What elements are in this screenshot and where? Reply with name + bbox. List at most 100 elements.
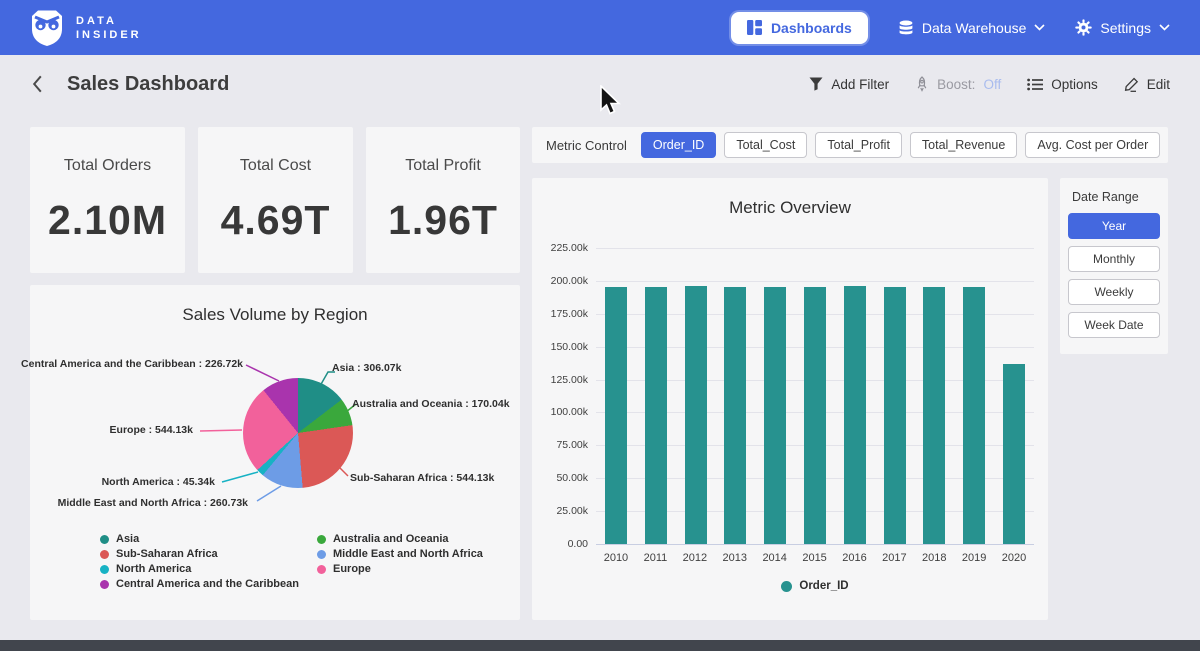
chevron-down-icon [1034,24,1045,31]
legend-dot [317,565,326,574]
options-button[interactable]: Options [1027,77,1098,92]
options-list-icon [1027,78,1043,91]
date-range-button-year[interactable]: Year [1068,213,1160,239]
x-tick-label: 2014 [762,552,786,564]
date-range-button-group: Year Monthly Weekly Week Date [1068,213,1160,338]
legend-label: North America [116,563,191,575]
legend-dot [317,550,326,559]
metric-button-group: Order_ID Total_Cost Total_Profit Total_Reve… [641,132,1160,158]
gridline [596,544,1034,545]
pie-label-north-america: North America : 45.34k [102,476,215,488]
bar-series [596,248,1034,544]
bar-2011[interactable] [645,287,667,544]
legend-label: Australia and Oceania [333,533,449,545]
x-tick-label: 2015 [802,552,826,564]
pie-legend-item-middle-east-and-north-africa[interactable]: Middle East and North Africa [317,548,483,560]
y-tick-label: 175.00k [551,308,588,320]
bar-2017[interactable] [884,287,906,544]
boost-toggle[interactable]: Boost: Off [915,76,1001,92]
sales-volume-card: Sales Volume by Region Asia : 306.07k Au… [30,285,520,620]
bar-2010[interactable] [605,287,627,544]
pie-legend-item-australia-and-oceania[interactable]: Australia and Oceania [317,533,483,545]
top-nav: DATA INSIDER Dashboards Data Warehou [0,0,1200,55]
kpi-label: Total Orders [64,157,151,175]
bar-2019[interactable] [963,287,985,544]
bar-2018[interactable] [923,287,945,544]
data-warehouse-menu[interactable]: Data Warehouse [898,20,1046,36]
brand[interactable]: DATA INSIDER [30,9,142,47]
options-label: Options [1051,77,1098,92]
bar-chart-legend[interactable]: Order_ID [596,580,1034,592]
add-filter-button[interactable]: Add Filter [809,77,889,92]
pie-label-central-america-and-the-caribbean: Central America and the Caribbean : 226.… [21,358,243,370]
pie-legend-item-europe[interactable]: Europe [317,563,483,575]
x-tick-label: 2017 [882,552,906,564]
y-tick-label: 100.00k [551,406,588,418]
chevron-left-icon [32,75,43,93]
add-filter-label: Add Filter [831,77,889,92]
metric-button-total-cost[interactable]: Total_Cost [724,132,807,158]
legend-label: Asia [116,533,139,545]
database-icon [898,20,914,36]
x-tick-label: 2012 [683,552,707,564]
x-tick-label: 2016 [842,552,866,564]
metric-control-label: Metric Control [546,138,627,153]
pie-legend-item-north-america[interactable]: North America [100,563,299,575]
date-range-button-weekly[interactable]: Weekly [1068,279,1160,305]
y-tick-label: 75.00k [556,439,588,451]
pie-legend-item-central-america-and-the-caribbean[interactable]: Central America and the Caribbean [100,578,299,590]
back-button[interactable] [30,73,45,95]
bar-2012[interactable] [685,286,707,544]
edit-button[interactable]: Edit [1124,77,1170,92]
nav-menu: Dashboards Data Warehouse [731,12,1170,44]
bar-2020[interactable] [1003,364,1025,544]
legend-label: Sub-Saharan Africa [116,548,218,560]
kpi-card-total-profit: Total Profit 1.96T [366,127,520,273]
y-tick-label: 50.00k [556,472,588,484]
settings-menu[interactable]: Settings [1075,19,1170,36]
filter-icon [809,77,823,91]
dashboards-label: Dashboards [771,20,852,36]
kpi-value: 1.96T [388,197,498,244]
pencil-icon [1124,77,1139,92]
footer-bar [0,640,1200,651]
metric-button-total-revenue[interactable]: Total_Revenue [910,132,1017,158]
settings-label: Settings [1100,20,1151,36]
brand-name: DATA INSIDER [76,14,142,42]
dashboards-icon [747,20,762,35]
metric-button-avg-cost-per-order[interactable]: Avg. Cost per Order [1025,132,1160,158]
x-axis-labels: 2010201120122013201420152016201720182019… [596,552,1034,564]
bar-2016[interactable] [844,286,866,544]
legend-dot [317,535,326,544]
pie-legend-item-asia[interactable]: Asia [100,533,299,545]
pie-label-middle-east-and-north-africa: Middle East and North Africa : 260.73k [58,497,248,509]
dashboards-button[interactable]: Dashboards [731,12,868,44]
boost-label: Boost: [937,77,975,92]
date-range-label: Date Range [1072,190,1160,204]
bar-2015[interactable] [804,287,826,544]
y-tick-label: 225.00k [551,242,588,254]
bar-chart-title: Metric Overview [532,198,1048,218]
y-tick-label: 200.00k [551,275,588,287]
pie-legend-item-sub-saharan-africa[interactable]: Sub-Saharan Africa [100,548,299,560]
legend-dot [100,550,109,559]
y-tick-label: 25.00k [556,505,588,517]
date-range-card: Date Range Year Monthly Weekly Week Date [1060,178,1168,354]
metric-button-order-id[interactable]: Order_ID [641,132,716,158]
metric-button-total-profit[interactable]: Total_Profit [815,132,902,158]
pie-label-sub-saharan-africa: Sub-Saharan Africa : 544.13k [350,472,494,484]
y-axis-labels: 225.00k200.00k175.00k150.00k125.00k100.0… [532,248,588,544]
metric-overview-card: Metric Overview 225.00k200.00k175.00k150… [532,178,1048,620]
pie-chart-area: Asia : 306.07k Australia and Oceania : 1… [30,340,520,555]
pie-chart[interactable] [243,378,353,488]
x-tick-label: 2013 [723,552,747,564]
date-range-button-week-date[interactable]: Week Date [1068,312,1160,338]
x-tick-label: 2010 [604,552,628,564]
legend-dot [100,535,109,544]
legend-label: Central America and the Caribbean [116,578,299,590]
kpi-value: 2.10M [48,197,167,244]
bar-2014[interactable] [764,287,786,544]
date-range-button-monthly[interactable]: Monthly [1068,246,1160,272]
bar-2013[interactable] [724,287,746,544]
pie-chart-title: Sales Volume by Region [30,305,520,325]
